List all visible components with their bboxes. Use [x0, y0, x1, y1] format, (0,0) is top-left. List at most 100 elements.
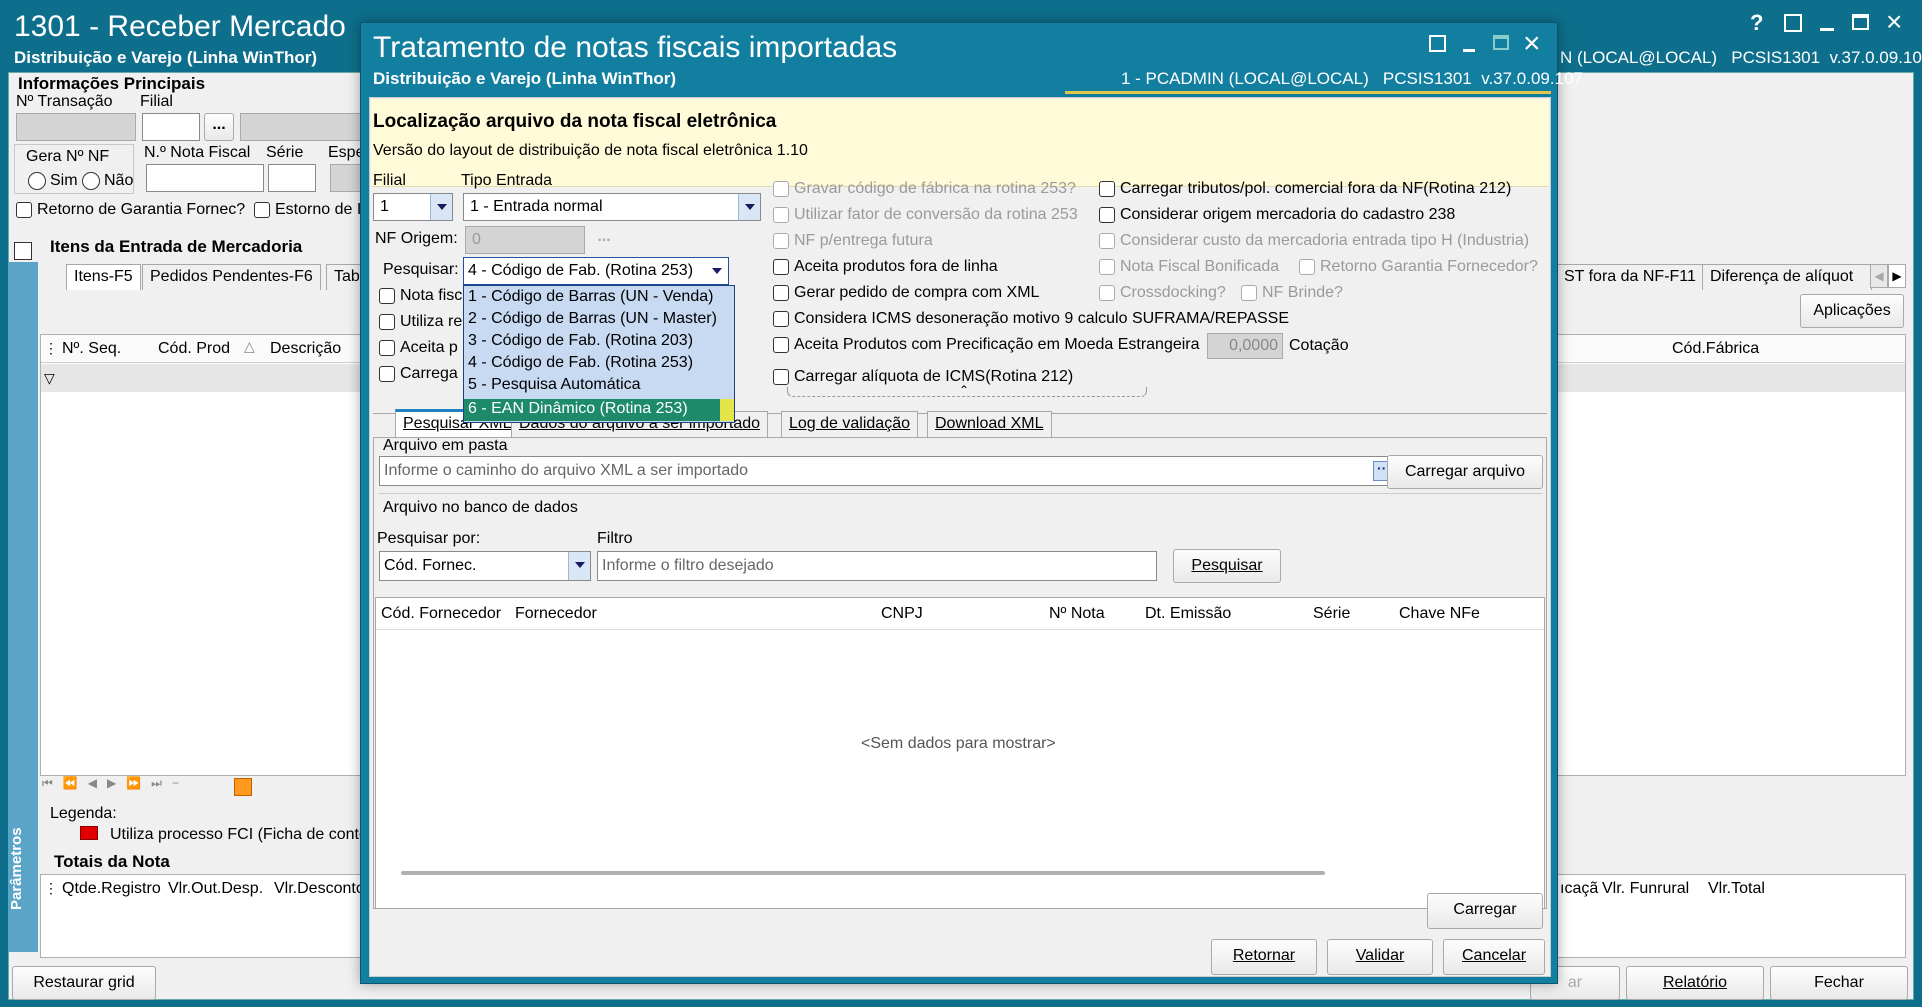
- label-pesquisar-por: Pesquisar por:: [377, 530, 481, 547]
- col-qtde-registro: Qtde.Registro: [62, 880, 161, 897]
- horizontal-scrollbar[interactable]: [401, 871, 1325, 875]
- restore-edit-icon[interactable]: [1784, 14, 1802, 32]
- help-icon[interactable]: ?: [1750, 10, 1763, 36]
- pesquisar-button[interactable]: Pesquisar: [1173, 549, 1281, 583]
- chevron-down-icon[interactable]: [706, 258, 728, 284]
- dropdown-option[interactable]: 3 - Código de Fab. (Rotina 203): [468, 332, 693, 350]
- left-check-2[interactable]: Utiliza re: [379, 313, 462, 331]
- tab-log-validacao[interactable]: Log de validação: [781, 411, 918, 437]
- col-n-nota[interactable]: Nº Nota: [1049, 605, 1105, 623]
- check-label: Considera ICMS desoneração motivo 9 calc…: [794, 310, 1290, 327]
- col-vlr-total: Vlr.Total: [1708, 880, 1765, 897]
- aplicacoes-button[interactable]: Aplicações: [1800, 294, 1904, 328]
- filial-field[interactable]: [142, 113, 200, 141]
- nf-origem-field: 0: [465, 226, 585, 254]
- pesquisar-dropdown-list[interactable]: 1 - Código de Barras (UN - Venda) 2 - Có…: [463, 285, 735, 423]
- filial-select[interactable]: 1: [373, 193, 453, 221]
- fechar-button[interactable]: Fechar: [1770, 966, 1908, 1000]
- label-tipo-entrada: Tipo Entrada: [461, 172, 553, 189]
- dropdown-option[interactable]: 4 - Código de Fab. (Rotina 253): [468, 354, 693, 372]
- chevron-down-icon[interactable]: [568, 552, 590, 580]
- tab-st-fora[interactable]: ST fora da NF-F11: [1556, 264, 1704, 290]
- check-origem-mercadoria[interactable]: Considerar origem mercadoria do cadastro…: [1099, 206, 1455, 224]
- tipo-entrada-select[interactable]: 1 - Entrada normal: [463, 193, 761, 221]
- radio-nao[interactable]: Não: [82, 172, 133, 190]
- dropdown-option[interactable]: 1 - Código de Barras (UN - Venda): [468, 288, 713, 306]
- estorno-label: Estorno de I: [275, 201, 362, 218]
- validar-button[interactable]: Validar: [1327, 939, 1433, 975]
- dropdown-option[interactable]: 2 - Código de Barras (UN - Master): [468, 310, 717, 328]
- chevron-down-icon[interactable]: [430, 194, 452, 220]
- relatorio-button[interactable]: Relatório: [1626, 966, 1764, 1000]
- serie-field[interactable]: [268, 164, 316, 192]
- check-moeda-estrangeira[interactable]: Aceita Produtos com Precificação em Moed…: [773, 336, 1200, 354]
- col-cod-fornecedor[interactable]: Cód. Fornecedor: [381, 605, 501, 623]
- dialog-edit-icon[interactable]: [1429, 35, 1446, 52]
- pesquisar-por-select[interactable]: Cód. Fornec.: [379, 551, 591, 581]
- nav-filter-icon[interactable]: [234, 778, 252, 796]
- tab-diferenca[interactable]: Diferença de alíquot: [1702, 264, 1872, 290]
- dialog-minimize-icon[interactable]: [1463, 49, 1475, 52]
- col-descricao[interactable]: Descrição: [270, 340, 341, 358]
- splitter-caret-icon[interactable]: ⌃: [959, 383, 969, 397]
- retorno-garantia-label: Retorno de Garantia Fornec?: [37, 201, 246, 218]
- grid-settings-icon[interactable]: ⋮: [44, 340, 58, 357]
- close-icon[interactable]: ×: [1886, 6, 1902, 38]
- col-dt-emissao[interactable]: Dt. Emissão: [1145, 605, 1231, 623]
- maximize-icon[interactable]: [1852, 14, 1869, 30]
- col-fornecedor[interactable]: Fornecedor: [515, 605, 597, 623]
- retornar-button[interactable]: Retornar: [1211, 939, 1317, 975]
- collapse-icon[interactable]: [14, 242, 32, 260]
- filial-lookup-button[interactable]: ...: [204, 113, 234, 141]
- filtro-input[interactable]: Informe o filtro desejado: [597, 551, 1157, 581]
- tipo-entrada-value: 1 - Entrada normal: [470, 198, 603, 215]
- filter-icon[interactable]: ▽: [44, 370, 55, 387]
- check-nf-bonificada: Nota Fiscal Bonificada: [1099, 258, 1279, 276]
- check-icms-desoneracao[interactable]: Considera ICMS desoneração motivo 9 calc…: [773, 310, 1289, 328]
- check-utilizar-fator: Utilizar fator de conversão da rotina 25…: [773, 206, 1078, 224]
- restaurar-grid-button[interactable]: Restaurar grid: [12, 966, 156, 1000]
- check-label: Considerar custo da mercadoria entrada t…: [1120, 232, 1530, 249]
- tab-pedidos[interactable]: Pedidos Pendentes-F6: [142, 264, 321, 290]
- dropdown-option[interactable]: 6 - EAN Dinâmico (Rotina 253): [468, 400, 688, 418]
- tab-download-xml[interactable]: Download XML: [927, 411, 1052, 437]
- chevron-down-icon[interactable]: [738, 194, 760, 220]
- totais-settings-icon[interactable]: ⋮: [44, 880, 58, 897]
- section-itens: Itens da Entrada de Mercadoria: [50, 237, 303, 256]
- col-serie[interactable]: Série: [1313, 605, 1350, 623]
- arquivo-path-input[interactable]: Informe o caminho do arquivo XML a ser i…: [379, 456, 1397, 486]
- radio-sim[interactable]: Sim: [28, 172, 78, 190]
- check-nf-entrega-futura: NF p/entrega futura: [773, 232, 933, 250]
- left-check-label: Carrega: [400, 365, 458, 382]
- estorno-check[interactable]: Estorno de I: [254, 201, 361, 219]
- dropdown-option[interactable]: 5 - Pesquisa Automática: [468, 376, 641, 394]
- retorno-garantia-check[interactable]: Retorno de Garantia Fornec?: [16, 201, 245, 219]
- check-carregar-tributos[interactable]: Carregar tributos/pol. comercial fora da…: [1099, 180, 1511, 198]
- col-seq[interactable]: Nº. Seq.: [62, 340, 121, 358]
- results-grid[interactable]: [375, 597, 1545, 909]
- col-cnpj[interactable]: CNPJ: [881, 605, 923, 623]
- tab-itens[interactable]: Itens-F5: [66, 264, 141, 290]
- col-cod-prod[interactable]: Cód. Prod: [158, 340, 230, 358]
- tab-scroll-right-icon[interactable]: ▶: [1888, 264, 1906, 288]
- dialog-window: Tratamento de notas fiscais importadas D…: [360, 22, 1583, 984]
- carregar-arquivo-button[interactable]: Carregar arquivo: [1387, 455, 1543, 489]
- left-check-3[interactable]: Aceita p: [379, 339, 458, 357]
- left-check-label: Aceita p: [400, 339, 458, 356]
- check-carregar-aliquota[interactable]: Carregar alíquota de ICMS(Rotina 212): [773, 368, 1073, 386]
- left-check-1[interactable]: Nota fisc: [379, 287, 462, 305]
- check-gerar-pedido[interactable]: Gerar pedido de compra com XML: [773, 284, 1039, 302]
- col-cod-fabrica[interactable]: Cód.Fábrica: [1672, 340, 1759, 358]
- cancelar-button[interactable]: Cancelar: [1443, 939, 1545, 975]
- nota-fiscal-field[interactable]: [146, 164, 264, 192]
- dialog-close-icon[interactable]: ×: [1523, 27, 1541, 61]
- carregar-button[interactable]: Carregar: [1427, 893, 1543, 929]
- legenda-color-swatch: [80, 826, 98, 840]
- tab-scroll-left-icon[interactable]: ◀: [1870, 264, 1888, 288]
- left-check-4[interactable]: Carrega: [379, 365, 458, 383]
- minimize-icon[interactable]: [1820, 28, 1834, 31]
- check-aceita-fora-linha[interactable]: Aceita produtos fora de linha: [773, 258, 998, 276]
- dialog-status: 1 - PCADMIN (LOCAL@LOCAL) PCSIS1301 v.37…: [1121, 69, 1583, 88]
- col-chave-nfe[interactable]: Chave NFe: [1399, 605, 1480, 623]
- pesquisar-select[interactable]: 4 - Código de Fab. (Rotina 253): [463, 257, 729, 285]
